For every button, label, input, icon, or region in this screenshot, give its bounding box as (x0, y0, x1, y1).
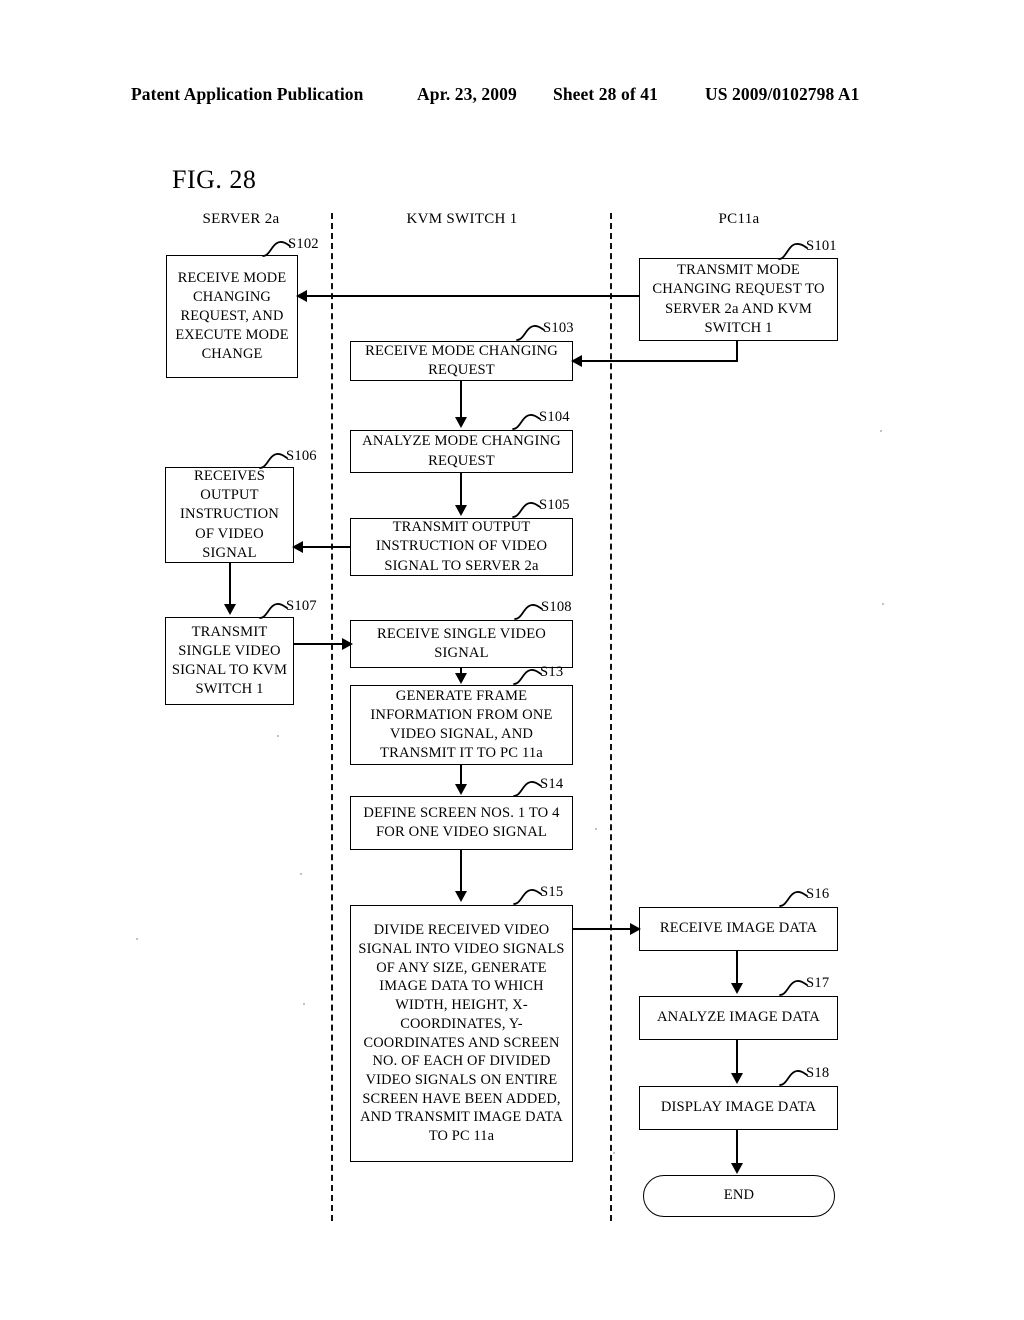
node-s13[interactable]: GENERATE FRAME INFORMATION FROM ONE VIDE… (350, 685, 573, 765)
scan-speckle (613, 1152, 615, 1154)
arrowhead-s107-to-s108 (342, 638, 353, 650)
connector-s107-to-s108 (294, 643, 346, 645)
sheet-number: Sheet 28 of 41 (553, 84, 658, 104)
publication-header: Patent Application Publication Apr. 23, … (0, 84, 1024, 110)
node-s106[interactable]: RECEIVES OUTPUT INSTRUCTION OF VIDEO SIG… (165, 467, 294, 563)
figure-label: FIG. 28 (172, 165, 257, 194)
node-s15[interactable]: DIVIDE RECEIVED VIDEO SIGNAL INTO VIDEO … (350, 905, 573, 1162)
node-end[interactable]: END (643, 1175, 835, 1217)
node-s17-text: ANALYZE IMAGE DATA (656, 1009, 820, 1026)
node-s107[interactable]: TRANSMIT SINGLE VIDEO SIGNAL TO KVM SWIT… (165, 617, 294, 705)
step-tag-s102: S102 (288, 236, 319, 252)
node-s101[interactable]: TRANSMIT MODE CHANGING REQUEST TO SERVER… (639, 258, 838, 341)
node-s16-text: RECEIVE IMAGE DATA (659, 920, 818, 937)
patent-figure-page: Patent Application Publication Apr. 23, … (0, 0, 1024, 1320)
node-s101-text: TRANSMIT MODE CHANGING REQUEST TO SERVER… (652, 262, 825, 336)
step-tag-s15: S15 (540, 884, 564, 900)
scan-speckle (303, 1003, 305, 1005)
node-s107-text: TRANSMIT SINGLE VIDEO SIGNAL TO KVM SWIT… (171, 623, 288, 698)
node-s14[interactable]: DEFINE SCREEN NOS. 1 TO 4 FOR ONE VIDEO … (350, 796, 573, 850)
node-s16[interactable]: RECEIVE IMAGE DATA (639, 907, 838, 951)
scan-speckle (880, 430, 882, 432)
publication-date: Apr. 23, 2009 (417, 84, 517, 104)
arrowhead-s15-to-s16 (630, 923, 641, 935)
connector-s18-to-end (736, 1130, 738, 1167)
arrowhead-s103-to-s104 (455, 417, 467, 428)
arrowhead-s106-to-s107 (224, 604, 236, 615)
step-tag-s103: S103 (543, 320, 574, 336)
node-s15-text: DIVIDE RECEIVED VIDEO SIGNAL INTO VIDEO … (358, 922, 565, 1145)
step-tag-s105: S105 (539, 497, 570, 513)
lane-header-kvm-switch: KVM SWITCH 1 (406, 211, 518, 227)
node-s102-text: RECEIVE MODE CHANGING REQUEST, AND EXECU… (175, 269, 289, 363)
step-tag-s101: S101 (806, 238, 837, 254)
node-s103[interactable]: RECEIVE MODE CHANGING REQUEST (350, 341, 573, 381)
step-tag-s104: S104 (539, 409, 570, 425)
node-s102[interactable]: RECEIVE MODE CHANGING REQUEST, AND EXECU… (166, 255, 298, 378)
connector-s15-to-s16 (573, 928, 633, 930)
scan-speckle (595, 828, 597, 830)
node-s105[interactable]: TRANSMIT OUTPUT INSTRUCTION OF VIDEO SIG… (350, 518, 573, 576)
scan-speckle (277, 735, 279, 737)
node-end-text: END (723, 1187, 755, 1204)
step-tag-s106: S106 (286, 448, 317, 464)
node-s17[interactable]: ANALYZE IMAGE DATA (639, 996, 838, 1040)
node-s104-text: ANALYZE MODE CHANGING REQUEST (362, 433, 561, 469)
publication-title: Patent Application Publication (131, 84, 364, 104)
arrowhead-s105-to-s106 (292, 541, 303, 553)
lane-divider-kvm-pc (610, 213, 612, 1221)
scan-speckle (882, 603, 884, 605)
node-s106-text: RECEIVES OUTPUT INSTRUCTION OF VIDEO SIG… (180, 467, 279, 561)
step-tag-s17: S17 (806, 975, 830, 991)
arrowhead-s108-to-s13 (455, 673, 467, 684)
scan-speckle (136, 938, 138, 940)
arrowhead-s18-to-end (731, 1163, 743, 1174)
node-s108-text: RECEIVE SINGLE VIDEO SIGNAL (377, 625, 546, 661)
step-tag-s16: S16 (806, 886, 830, 902)
node-s18[interactable]: DISPLAY IMAGE DATA (639, 1086, 838, 1130)
lane-header-server: SERVER 2a (202, 211, 280, 227)
connector-s106-to-s107 (229, 563, 231, 606)
arrowhead-s14-to-s15 (455, 891, 467, 902)
arrowhead-s101-to-s102 (296, 290, 307, 302)
step-tag-s13: S13 (540, 664, 564, 680)
step-tag-s107: S107 (286, 598, 317, 614)
scan-speckle (300, 873, 302, 875)
arrowhead-s16-to-s17 (731, 983, 743, 994)
node-s18-text: DISPLAY IMAGE DATA (660, 1099, 817, 1116)
node-s14-text: DEFINE SCREEN NOS. 1 TO 4 FOR ONE VIDEO … (363, 804, 560, 840)
node-s103-text: RECEIVE MODE CHANGING REQUEST (365, 342, 558, 378)
connector-s16-to-s17 (736, 951, 738, 985)
arrowhead-s101-to-s103 (571, 355, 582, 367)
connector-s101-to-s102 (298, 295, 639, 297)
step-tag-s108: S108 (541, 599, 572, 615)
step-tag-s18: S18 (806, 1065, 830, 1081)
publication-number: US 2009/0102798 A1 (705, 84, 860, 104)
arrowhead-s17-to-s18 (731, 1073, 743, 1084)
lane-header-pc: PC11a (718, 211, 760, 227)
lane-divider-server-kvm (331, 213, 333, 1221)
connector-s101-to-s103-horizontal (573, 360, 738, 362)
node-s108[interactable]: RECEIVE SINGLE VIDEO SIGNAL (350, 620, 573, 668)
connector-s104-to-s105 (460, 473, 462, 507)
step-tag-s14: S14 (540, 776, 564, 792)
connector-s103-to-s104 (460, 381, 462, 419)
node-s105-text: TRANSMIT OUTPUT INSTRUCTION OF VIDEO SIG… (375, 519, 548, 574)
connector-s101-to-s103-vertical (736, 341, 738, 362)
node-s13-text: GENERATE FRAME INFORMATION FROM ONE VIDE… (370, 687, 553, 762)
connector-s14-to-s15 (460, 850, 462, 894)
arrowhead-s104-to-s105 (455, 505, 467, 516)
node-s104[interactable]: ANALYZE MODE CHANGING REQUEST (350, 430, 573, 473)
connector-s17-to-s18 (736, 1040, 738, 1075)
arrowhead-s13-to-s14 (455, 784, 467, 795)
